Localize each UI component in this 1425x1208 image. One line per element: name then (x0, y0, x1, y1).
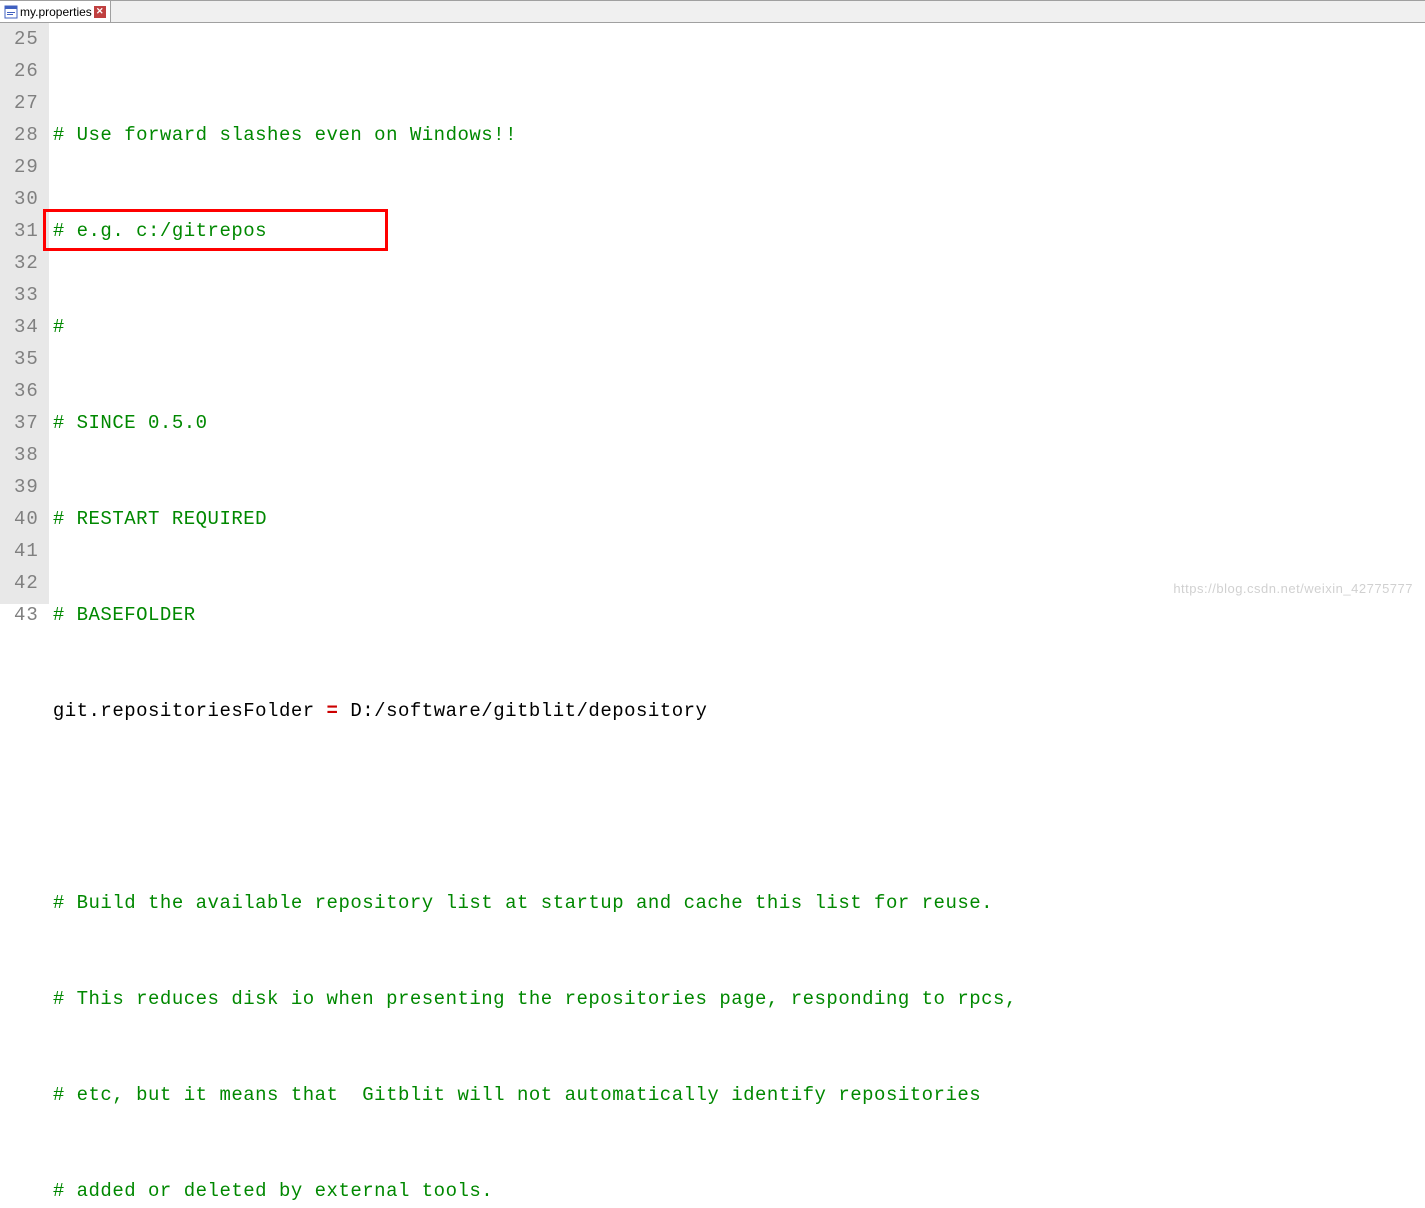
line-number: 32 (14, 247, 39, 279)
code-line: # etc, but it means that Gitblit will no… (53, 1079, 1017, 1111)
line-number: 31 (14, 215, 39, 247)
code-line (53, 791, 1017, 823)
code-line: # Build the available repository list at… (53, 887, 1017, 919)
line-number: 42 (14, 567, 39, 599)
file-tab[interactable]: my.properties ✕ (0, 1, 111, 22)
line-number: 28 (14, 119, 39, 151)
code-line: # (53, 311, 1017, 343)
line-number: 41 (14, 535, 39, 567)
code-line: git.repositoriesFolder = D:/software/git… (53, 695, 1017, 727)
code-area[interactable]: # Use forward slashes even on Windows!! … (49, 23, 1017, 604)
line-number: 26 (14, 55, 39, 87)
line-number-gutter: 25262728293031323334353637383940414243 (0, 23, 49, 604)
code-line: # This reduces disk io when presenting t… (53, 983, 1017, 1015)
line-number: 36 (14, 375, 39, 407)
code-line: # added or deleted by external tools. (53, 1175, 1017, 1207)
line-number: 34 (14, 311, 39, 343)
file-icon (4, 5, 18, 19)
line-number: 40 (14, 503, 39, 535)
line-number: 38 (14, 439, 39, 471)
editor[interactable]: 25262728293031323334353637383940414243 #… (0, 23, 1425, 604)
close-icon[interactable]: ✕ (94, 6, 106, 18)
line-number: 27 (14, 87, 39, 119)
tab-bar: my.properties ✕ (0, 0, 1425, 23)
line-number: 39 (14, 471, 39, 503)
line-number: 33 (14, 279, 39, 311)
line-number: 37 (14, 407, 39, 439)
code-line: # e.g. c:/gitrepos (53, 215, 1017, 247)
line-number: 35 (14, 343, 39, 375)
code-line: # RESTART REQUIRED (53, 503, 1017, 535)
tab-filename: my.properties (20, 5, 92, 19)
line-number: 30 (14, 183, 39, 215)
line-number: 29 (14, 151, 39, 183)
code-line: # SINCE 0.5.0 (53, 407, 1017, 439)
code-line: # Use forward slashes even on Windows!! (53, 119, 1017, 151)
watermark: https://blog.csdn.net/weixin_42775777 (1173, 581, 1413, 596)
line-number: 25 (14, 23, 39, 55)
